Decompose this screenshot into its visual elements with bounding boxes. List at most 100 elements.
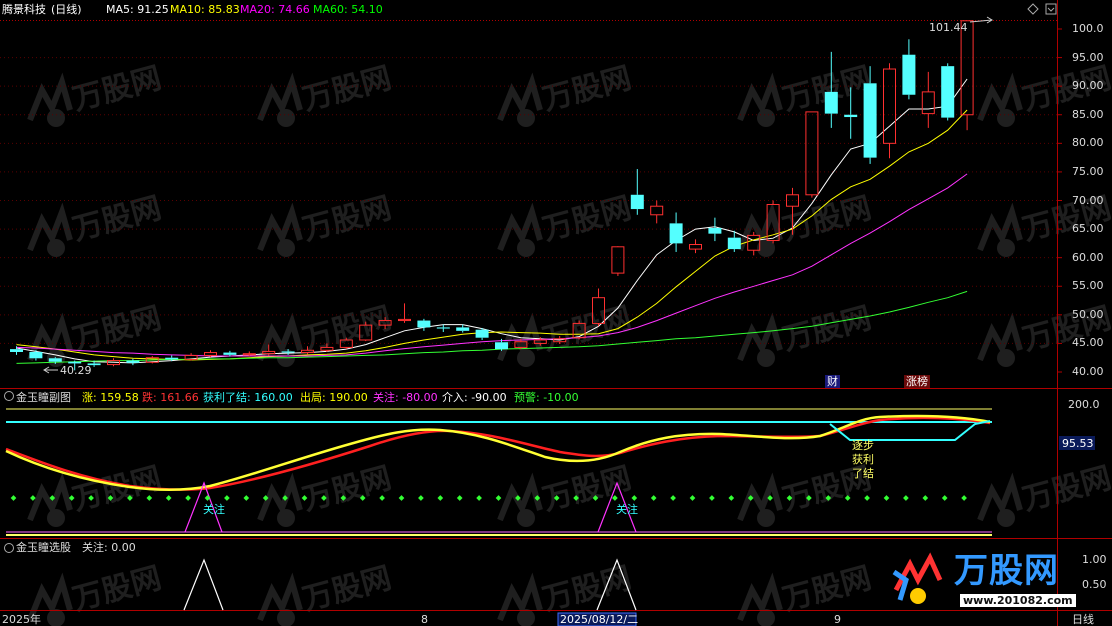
watermark-text: 万股网	[539, 301, 635, 358]
candle-body	[650, 205, 664, 216]
price-tick-label: 90.00	[1072, 79, 1104, 93]
ma60-label: MA60: 54.10	[313, 3, 383, 16]
warning-dot	[418, 495, 424, 501]
candle-body	[165, 357, 179, 360]
watermark-text: 万股网	[69, 191, 165, 248]
diamond-icon[interactable]	[1027, 3, 1039, 15]
candle-body	[941, 66, 955, 118]
watermark-text: 万股网	[69, 301, 165, 358]
brand-url: www.201082.com	[960, 594, 1076, 607]
price-tick-label: 100.0	[1072, 22, 1104, 35]
warning-dot	[476, 495, 482, 501]
sub1-rise-label: 涨: 159.58	[82, 391, 139, 404]
price-tick-label: 95.00	[1072, 50, 1104, 64]
candle-body	[611, 246, 625, 274]
candle-up	[883, 63, 896, 159]
warning-dot	[165, 495, 172, 501]
watch-annotation-1: 关注	[203, 503, 225, 516]
candle-up	[689, 239, 702, 254]
candle-body	[29, 351, 43, 359]
timeline-period-tab[interactable]: 日线	[1072, 613, 1094, 626]
candle-body	[921, 91, 935, 115]
watermark-circle-icon	[277, 239, 295, 257]
candle-body	[727, 237, 741, 250]
price-tick-label: 85.00	[1072, 107, 1104, 121]
watermark-tile: 万股网	[257, 61, 395, 127]
watermark-circle-icon	[517, 109, 535, 127]
high-price-label: 101.44	[929, 21, 968, 34]
watermark-circle-icon	[757, 509, 775, 527]
candle-down	[417, 318, 431, 331]
ma5-label: MA5: 91.25	[106, 3, 169, 16]
sub1-title[interactable]: 金玉瞳副图	[16, 391, 71, 405]
watermark-tile: 万股网	[737, 561, 875, 626]
watermark-circle-icon	[757, 109, 775, 127]
warning-dot	[224, 495, 230, 501]
watermark-circle-icon	[997, 109, 1015, 127]
watermark-tile: 万股网	[27, 61, 165, 127]
candle-body	[495, 342, 508, 350]
watermark-circle-icon	[997, 509, 1015, 527]
ma10-label: MA10: 85.83	[170, 3, 240, 16]
candle-body	[863, 83, 877, 158]
watermark-circle-icon	[997, 239, 1015, 257]
price-tick-label: 80.00	[1072, 136, 1104, 150]
watermark-tile: 万股网	[737, 61, 875, 127]
watermark-tile: 万股网	[27, 561, 165, 626]
top-gainer-flag[interactable]: 涨榜	[904, 375, 930, 388]
price-tick-label: 40.00	[1072, 365, 1104, 378]
watermark-circle-icon	[277, 109, 295, 127]
timeline-cursor-date: 2025/08/12/二	[560, 613, 639, 626]
warning-dot	[495, 495, 502, 501]
watermark-tile: 万股网	[257, 461, 395, 527]
finance-flag[interactable]: 财	[825, 375, 840, 388]
candle-body	[456, 327, 470, 331]
sub1-exit-label: 出局: 190.00	[300, 391, 368, 404]
candle-down	[630, 169, 644, 215]
warning-dot	[689, 495, 696, 501]
watermark-tile: 万股网	[497, 61, 635, 127]
candle-down	[126, 358, 140, 366]
profit-annotation-3: 了结	[852, 467, 874, 480]
candle-body	[960, 20, 974, 116]
candle-up	[184, 353, 198, 361]
candle-down	[902, 39, 916, 100]
low-pointer-arrow	[43, 366, 58, 374]
sub1-takeprofit-label: 获利了结: 160.00	[203, 391, 293, 404]
collapse-icon[interactable]	[1045, 3, 1057, 15]
warning-dot	[650, 495, 657, 501]
candle-body	[126, 360, 140, 363]
watermark-circle-icon	[277, 609, 295, 626]
candle-body	[669, 223, 683, 244]
watermark-circle-icon	[997, 349, 1015, 367]
sub2-title[interactable]: 金玉瞳选股	[16, 541, 71, 555]
watermark-text: 万股网	[539, 61, 635, 118]
profit-annotation-1: 逐步	[852, 439, 874, 452]
warning-dot	[456, 495, 463, 501]
candle-body	[902, 54, 916, 95]
watermark-circle-icon	[757, 609, 775, 626]
stock-title[interactable]: 腾景科技	[2, 3, 46, 17]
warning-dot	[709, 495, 715, 501]
candle-body	[824, 91, 838, 114]
candle-up	[650, 200, 664, 224]
warning-dot	[728, 495, 735, 501]
warning-dot	[903, 495, 909, 501]
watermark-tile: 万股网	[257, 561, 395, 626]
warning-dot	[922, 495, 929, 501]
sub1-entry-label: 介入: -90.00	[442, 391, 507, 404]
watermark-tile: 万股网	[977, 461, 1112, 527]
brand-logo: 万股网 www.201082.com	[888, 548, 1088, 612]
watermark-circle-icon	[47, 239, 65, 257]
candle-body	[281, 351, 295, 353]
candle-body	[708, 227, 722, 234]
warning-dot	[185, 495, 191, 501]
candle-body	[475, 329, 489, 338]
price-tick-label: 45.00	[1072, 336, 1104, 350]
timeline-month-8: 8	[421, 613, 428, 626]
warning-dot	[204, 495, 211, 501]
watermark-circle-icon	[47, 609, 65, 626]
candle-up	[921, 71, 935, 128]
price-tick-label: 75.00	[1072, 164, 1104, 178]
watermark-circle-icon	[757, 349, 775, 367]
